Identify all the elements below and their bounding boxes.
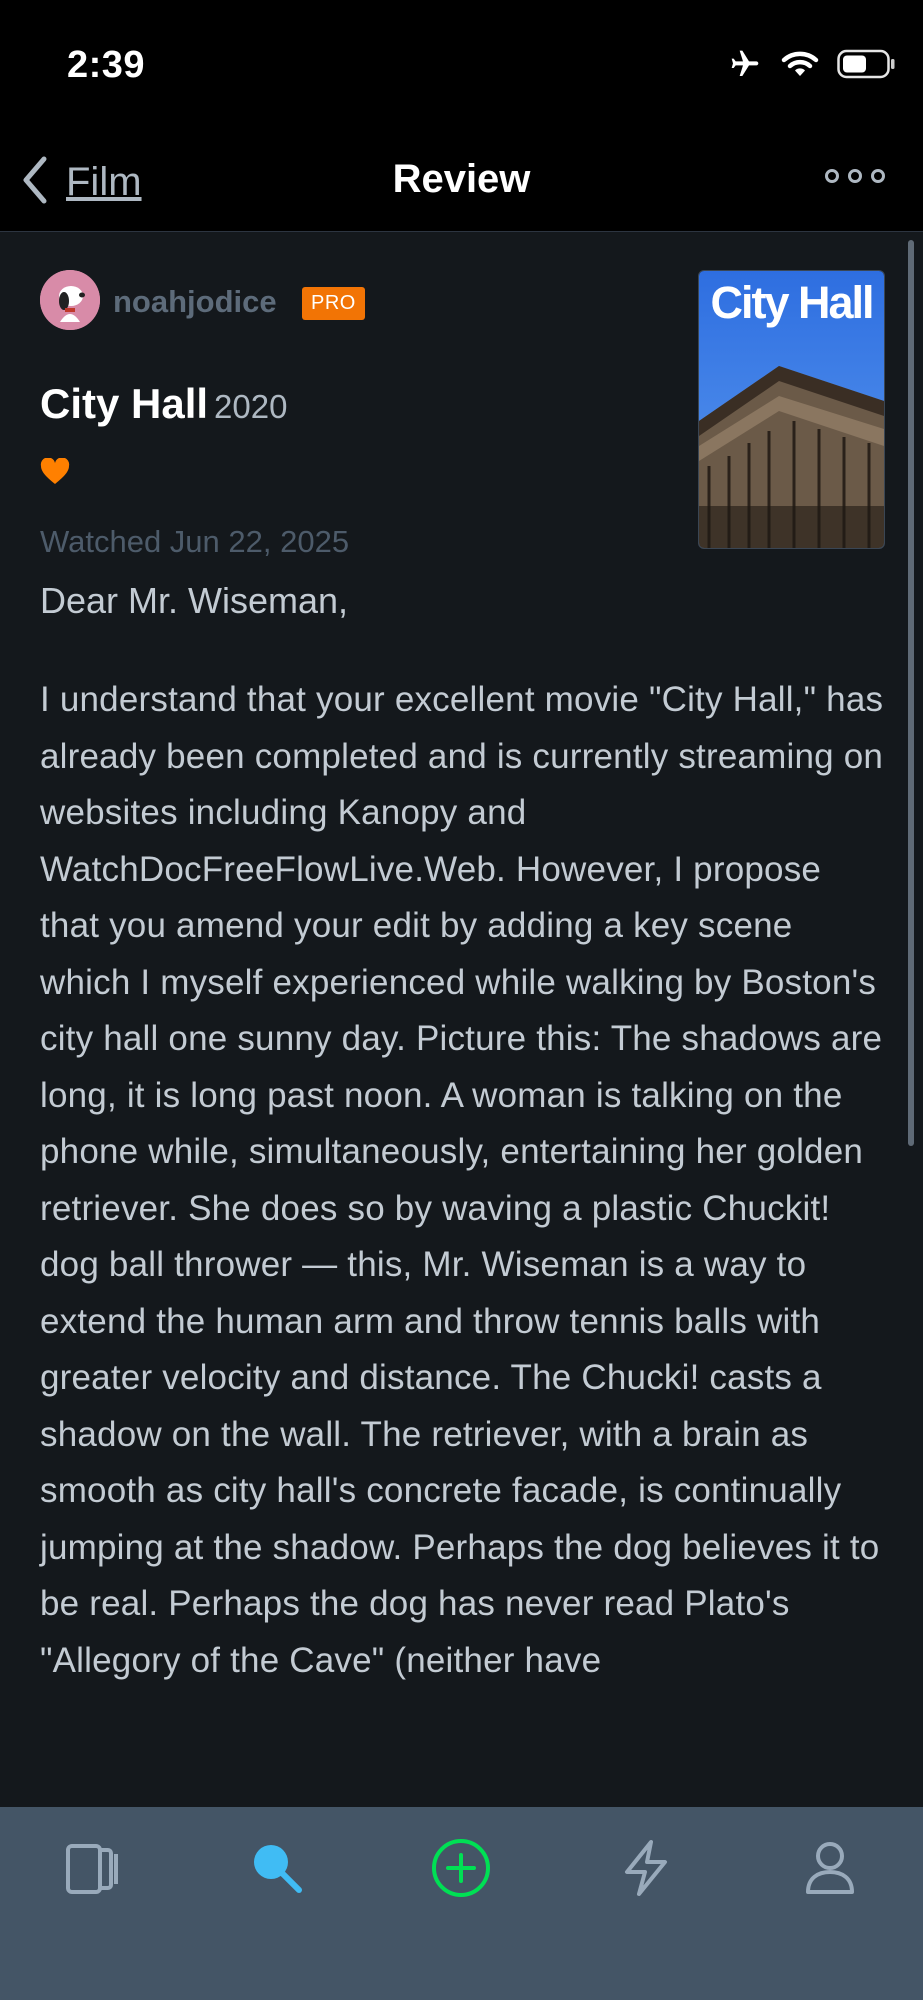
activity-icon	[619, 1838, 673, 1903]
tab-profile[interactable]	[795, 1835, 865, 1905]
pro-badge: PRO	[302, 287, 365, 320]
heart-icon	[40, 457, 70, 491]
film-poster[interactable]: City Hall	[698, 270, 885, 549]
airplane-icon	[727, 48, 763, 85]
film-title[interactable]: City Hall 2020	[40, 380, 287, 428]
status-icons	[727, 48, 895, 85]
film-title-text: City Hall	[40, 380, 209, 427]
watched-date: Watched Jun 22, 2025	[40, 524, 350, 559]
username[interactable]: noahjodice	[113, 284, 277, 320]
films-icon	[62, 1840, 122, 1901]
review-salutation: Dear Mr. Wiseman,	[40, 580, 349, 621]
tab-activity[interactable]	[611, 1835, 681, 1905]
review-body: I understand that your excellent movie "…	[40, 680, 884, 1680]
tab-search[interactable]	[242, 1835, 312, 1905]
battery-icon	[837, 49, 895, 84]
film-year: 2020	[214, 388, 288, 425]
wifi-icon	[781, 49, 819, 84]
poster-title: City Hall	[710, 277, 874, 328]
search-icon	[247, 1838, 307, 1903]
page-title: Review	[392, 157, 531, 201]
tab-films[interactable]	[57, 1835, 127, 1905]
tab-bar	[0, 1807, 923, 2000]
avatar[interactable]	[40, 270, 100, 330]
nav-bar: Film Review	[0, 135, 923, 232]
more-icon[interactable]	[825, 169, 885, 183]
profile-icon	[802, 1838, 858, 1903]
scrollbar[interactable]	[908, 240, 914, 1146]
review-content[interactable]: noahjodice PRO City Hall 2020 Watched Jun…	[0, 232, 923, 1807]
status-time: 2:39	[67, 44, 146, 86]
status-bar: 2:39	[0, 0, 923, 135]
add-icon	[430, 1837, 492, 1904]
tab-add[interactable]	[426, 1835, 496, 1905]
